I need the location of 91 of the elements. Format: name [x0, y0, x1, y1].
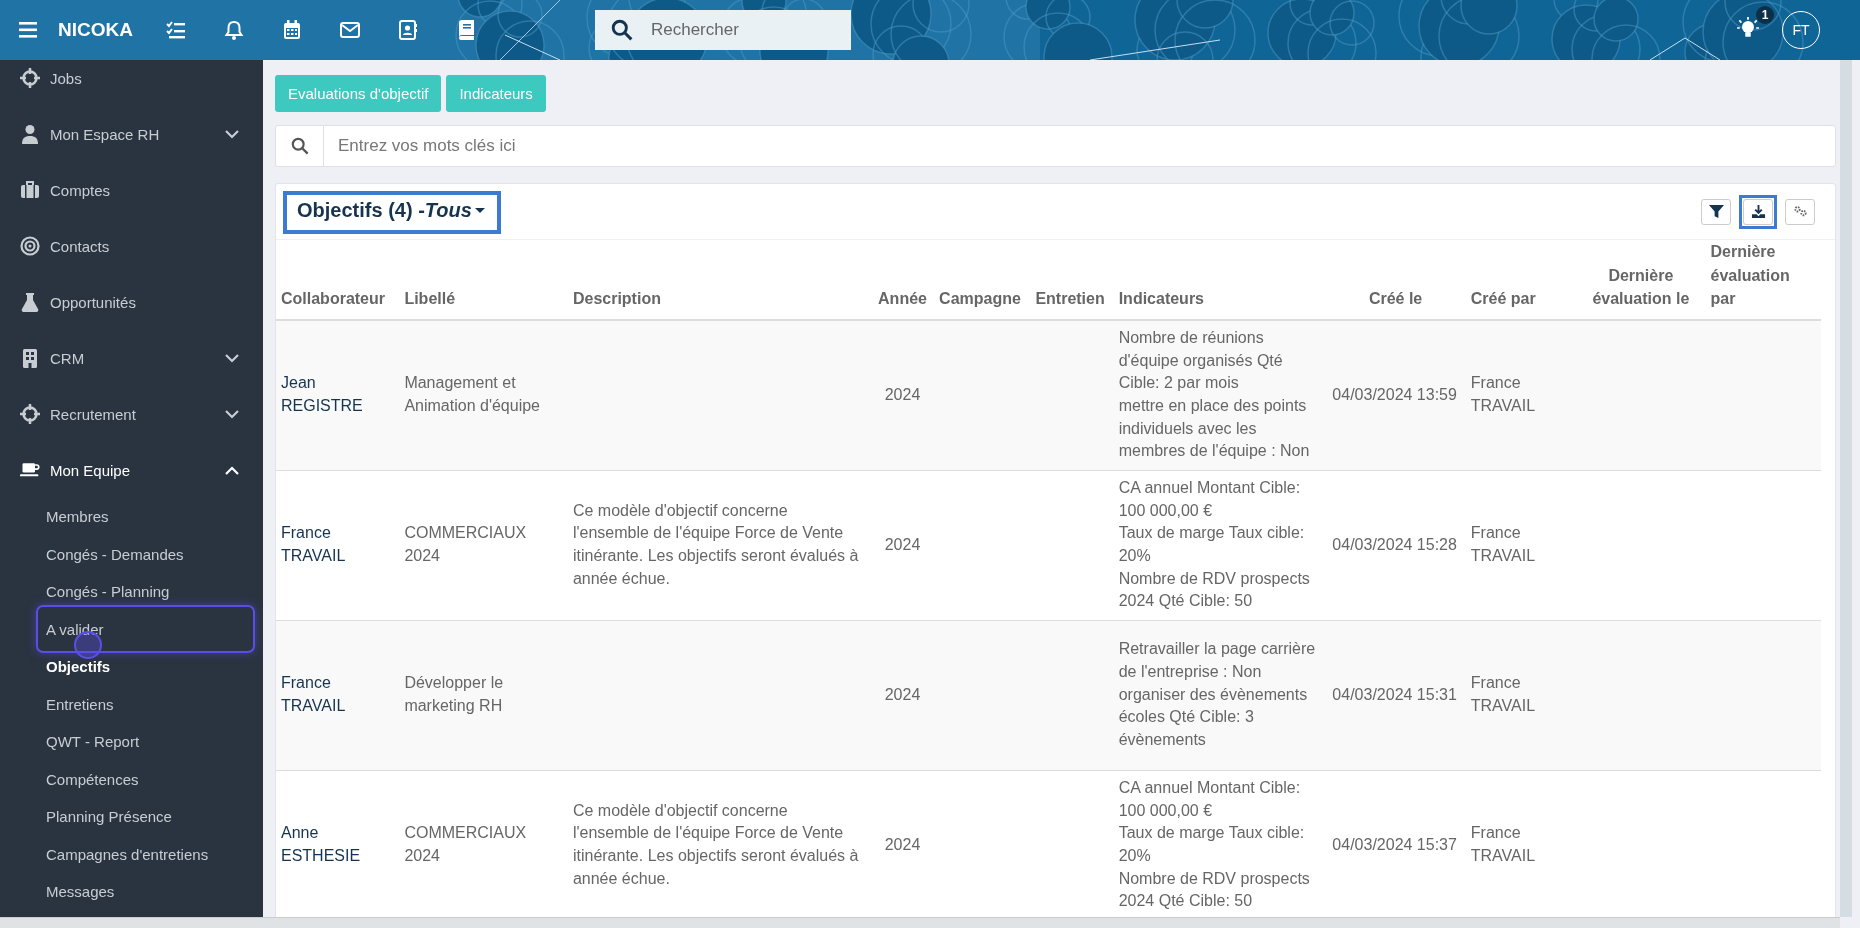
menu-icon[interactable] — [19, 20, 39, 40]
keyword-search-field[interactable]: Entrez vos mots clés ici — [275, 125, 1836, 167]
sidebar-subitem[interactable]: Objectifs — [0, 648, 263, 686]
filter-button[interactable] — [1701, 198, 1731, 225]
caret-icon — [474, 207, 485, 214]
brand-logo[interactable]: NICOKA — [58, 19, 133, 41]
indicator-text: mettre en place des points individuels avec les membres de l'équipe : Non — [1118, 396, 1311, 462]
sidebar-subitem[interactable]: QWT - Report — [0, 723, 263, 761]
sidebar-item[interactable]: Jobs — [0, 60, 263, 106]
task-list-icon[interactable] — [165, 20, 186, 40]
indicator-text: CA annuel Montant Cible: 100 000,00 € — [1118, 477, 1302, 521]
table-cell-text: Ce modèle d'objectif concerne l'ensemble de l'équipe Force de Vente itinérante. Les objectifs seront évalués à année échue. — [572, 800, 860, 889]
sidebar-subitem[interactable]: Compétences — [0, 760, 263, 798]
chevron-down-icon — [225, 353, 239, 363]
column-header[interactable]: Dernière évaluation le — [1578, 240, 1706, 320]
collaborator-link[interactable]: Anne ESTHESIE — [281, 822, 393, 868]
sidebar-item[interactable]: Opportunités — [0, 274, 263, 330]
list-title-dropdown[interactable]: Objectifs (4) -Tous — [297, 199, 485, 222]
table-cell-text: 04/03/2024 13:59 — [1332, 384, 1458, 405]
sidebar-subitem[interactable]: Messages — [0, 873, 263, 911]
table-cell-text: 04/03/2024 15:31 — [1332, 684, 1458, 705]
indicator-text: Taux de marge Taux cible: 20% — [1118, 523, 1306, 567]
table-cell-text: Ce modèle d'objectif concerne l'ensemble de l'équipe Force de Vente itinérante. Les objectifs seront évalués à année échue. — [572, 500, 860, 589]
column-header[interactable]: Créé le — [1327, 240, 1466, 320]
indicator-text: Nombre de RDV prospects 2024 Qté Cible: 50 — [1118, 568, 1311, 612]
crosshair-icon — [20, 404, 40, 424]
flask-icon — [20, 292, 40, 312]
table-cell-text: 2024 — [883, 384, 922, 405]
table-cell-text: COMMERCIAUX 2024 — [404, 523, 528, 567]
table-cell-text: 04/03/2024 15:28 — [1332, 534, 1458, 555]
crosshair-icon — [20, 68, 40, 88]
column-header[interactable]: Dernière évaluation par — [1705, 240, 1821, 320]
chevron-up-icon — [225, 465, 239, 475]
table-cell-text: COMMERCIAUX 2024 — [404, 823, 528, 867]
download-icon — [1750, 204, 1766, 219]
calendar-icon[interactable] — [281, 20, 302, 40]
sidebar-subitem[interactable]: Campagnes d'entretiens — [0, 835, 263, 873]
indicator-text: Taux de marge Taux cible: 20% — [1118, 823, 1306, 867]
chevron-down-icon — [225, 129, 239, 139]
table-cell-text: 04/03/2024 15:37 — [1332, 834, 1458, 855]
indicator-text: CA annuel Montant Cible: 100 000,00 € — [1118, 777, 1302, 821]
sidebar-subitem[interactable]: Entretiens — [0, 685, 263, 723]
column-header[interactable]: Description — [567, 240, 873, 320]
search-icon — [610, 19, 633, 41]
sidebar-subitem[interactable]: A valider — [0, 610, 263, 648]
table-cell-text: Management et Animation d'équipe — [404, 373, 541, 417]
bell-icon[interactable] — [223, 20, 244, 40]
sidebar-subitem[interactable]: Planning Présence — [0, 798, 263, 836]
table-cell-text: Développer le marketing RH — [404, 673, 505, 717]
search-field[interactable]: Rechercher — [594, 10, 851, 50]
column-header[interactable]: Indicateurs — [1113, 240, 1328, 320]
sidebar-subitem[interactable]: Membres — [0, 498, 263, 536]
building-icon — [20, 348, 40, 368]
column-header[interactable]: Entretien — [1030, 240, 1114, 320]
lightbulb-icon[interactable] — [1736, 16, 1760, 40]
settings-button[interactable] — [1785, 198, 1815, 225]
briefcase-icon — [20, 180, 40, 200]
chevron-down-icon — [225, 409, 239, 419]
table-cell-text: France TRAVAIL — [1470, 523, 1537, 567]
sidebar-subitem[interactable]: Congés - Demandes — [0, 535, 263, 573]
column-header[interactable]: Collaborateur — [276, 240, 400, 320]
contact-book-icon[interactable] — [397, 20, 418, 40]
table-cell-text: 2024 — [883, 684, 922, 705]
column-header[interactable]: Campagne — [934, 240, 1031, 320]
gears-icon — [1792, 204, 1808, 219]
sidebar-item[interactable]: Recrutement — [0, 386, 263, 442]
table-cell-text: France TRAVAIL — [1470, 373, 1537, 417]
mail-icon[interactable] — [339, 20, 360, 40]
indicator-text: organiser des évènements écoles Qté Cible: 3 évènements — [1118, 684, 1309, 751]
sidebar-item[interactable]: Mon Espace RH — [0, 106, 263, 162]
column-header[interactable]: Créé par — [1465, 240, 1579, 320]
indicator-text: Nombre de RDV prospects 2024 Qté Cible: 50 — [1118, 868, 1311, 912]
scrollbar[interactable] — [1840, 60, 1852, 917]
table-cell-text: 2024 — [883, 834, 922, 855]
funnel-icon — [1708, 204, 1724, 219]
sidebar-item[interactable]: Contacts — [0, 218, 263, 274]
table-cell-text: France TRAVAIL — [1470, 823, 1537, 867]
column-header[interactable]: Année — [872, 240, 935, 320]
table-cell-text: 2024 — [883, 534, 922, 555]
sidebar-item[interactable]: Comptes — [0, 162, 263, 218]
target-icon — [20, 236, 40, 256]
table-cell-text: France TRAVAIL — [1470, 673, 1537, 717]
collaborator-link[interactable]: France TRAVAIL — [281, 522, 393, 568]
scrollbar[interactable] — [0, 917, 1840, 928]
sidebar-item[interactable]: CRM — [0, 330, 263, 386]
collaborator-link[interactable]: France TRAVAIL — [281, 672, 393, 718]
sidebar-subitem[interactable]: Congés - Planning — [0, 573, 263, 611]
sidebar-item[interactable]: Mon Equipe — [0, 442, 263, 498]
person-icon — [20, 124, 40, 144]
column-header[interactable]: Libellé — [399, 240, 568, 320]
collaborator-link[interactable]: Jean REGISTRE — [281, 372, 393, 418]
